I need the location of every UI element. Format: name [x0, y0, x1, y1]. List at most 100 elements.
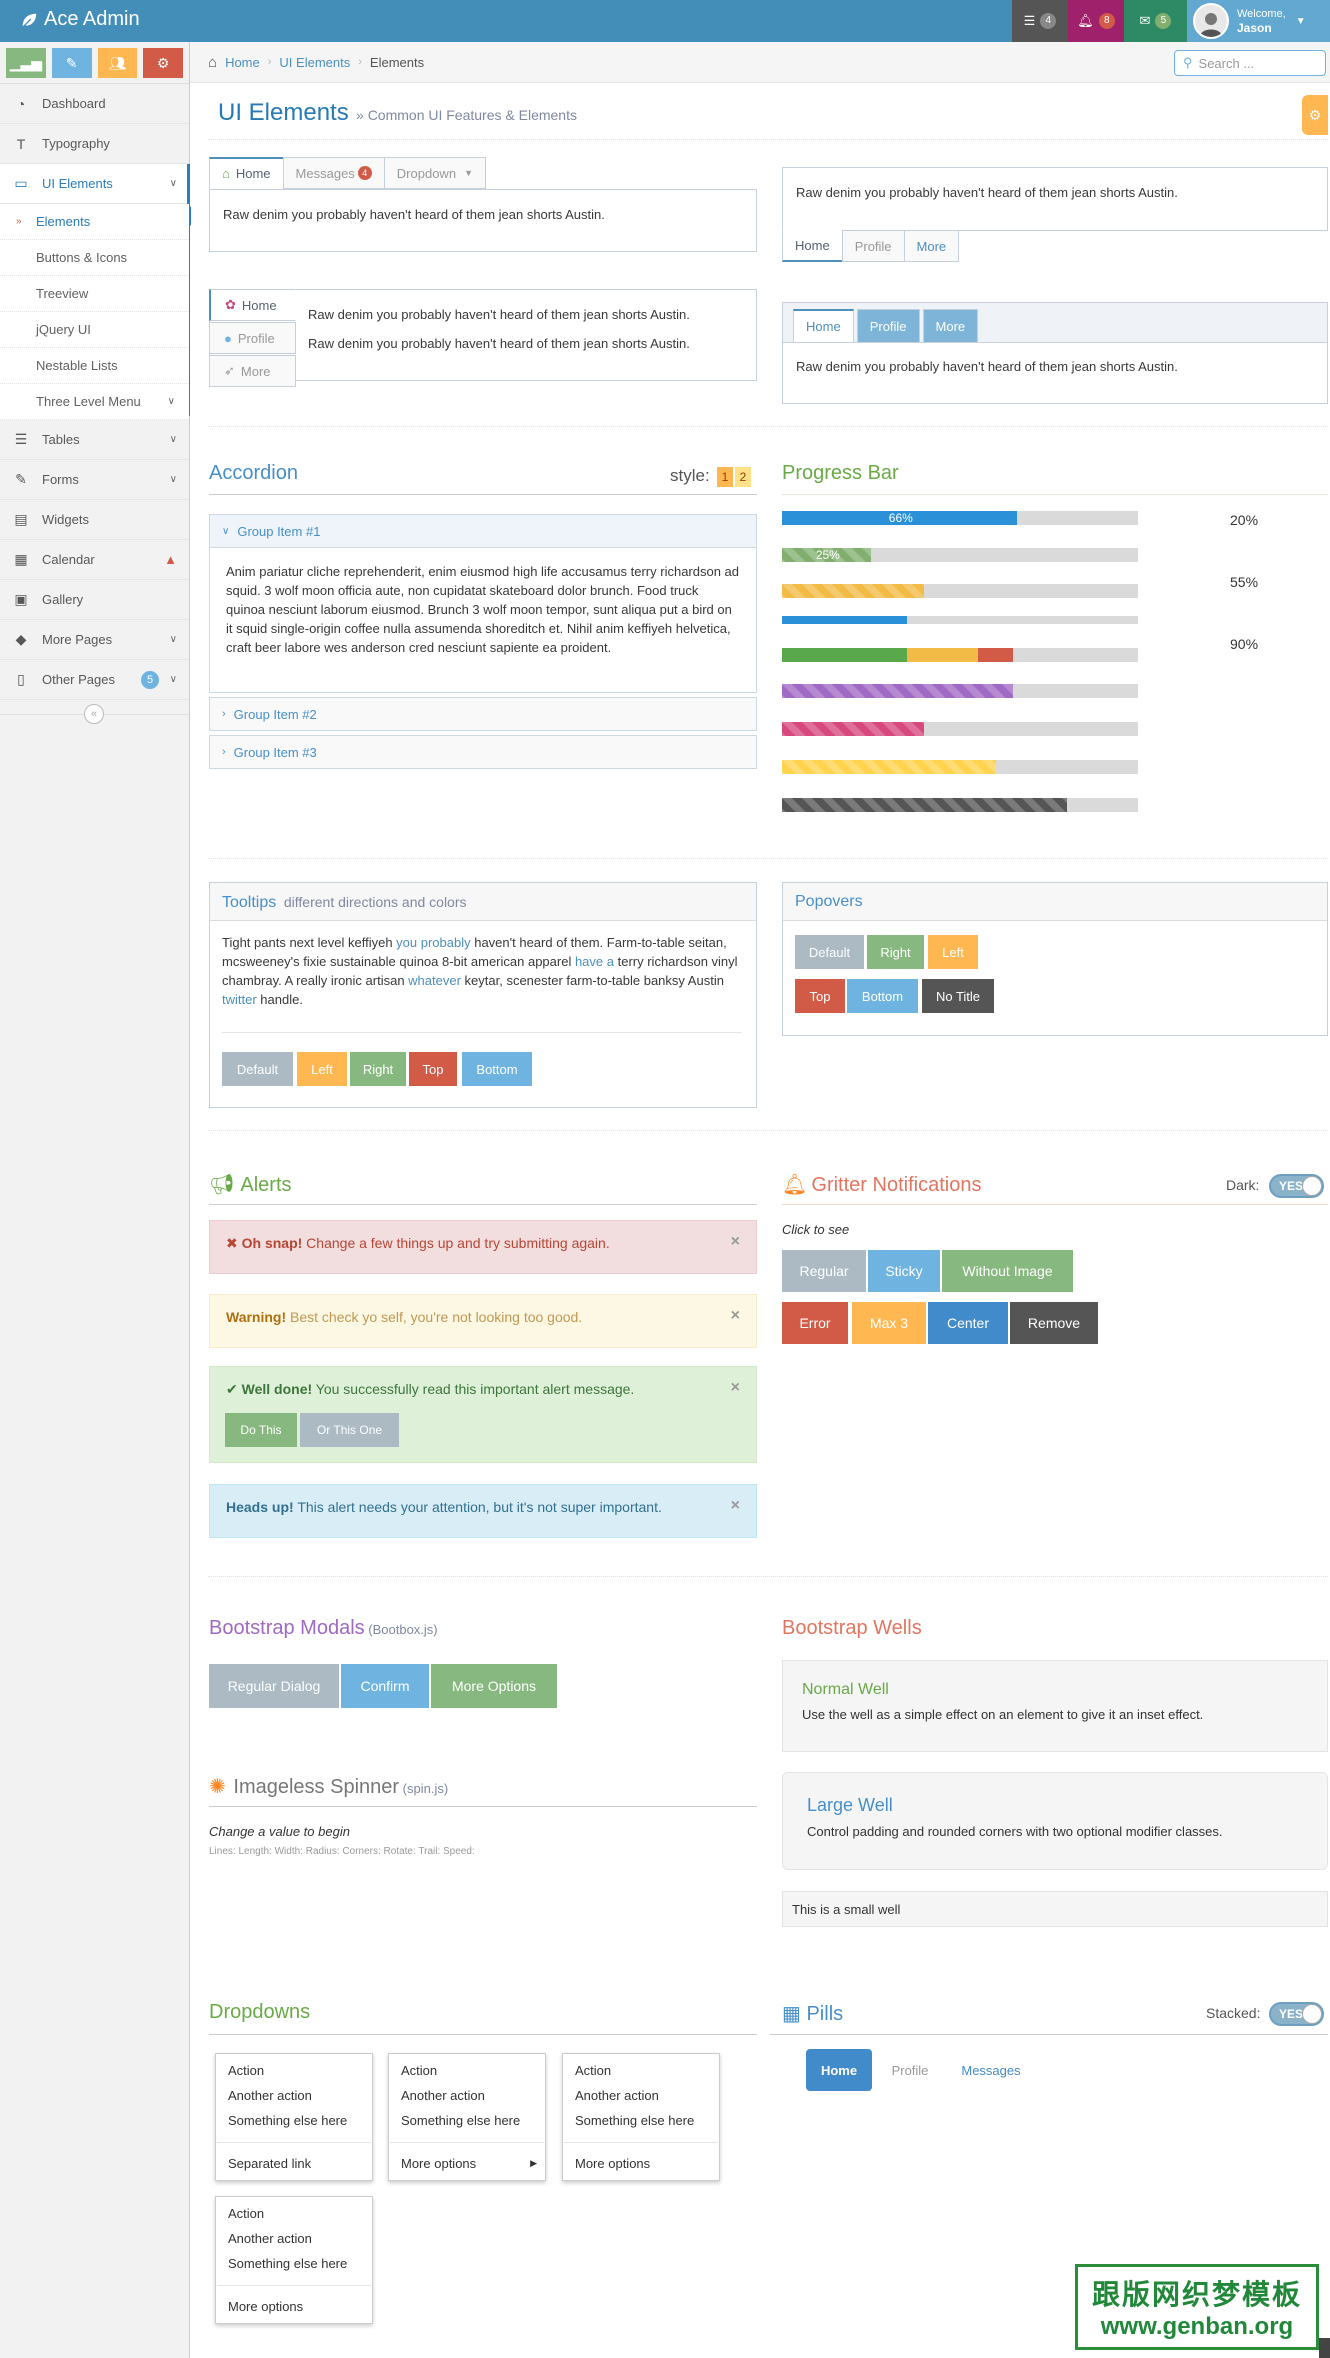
sidebar-item-calendar[interactable]: ▦ Calendar ▲ — [0, 540, 189, 580]
tab-more[interactable]: More — [922, 309, 979, 343]
tooltip-link[interactable]: you probably — [396, 935, 470, 950]
dropdown-item[interactable]: Another action — [216, 2083, 372, 2108]
confirm-button[interactable]: Confirm — [341, 1664, 429, 1708]
gritter-regular-button[interactable]: Regular — [782, 1250, 866, 1292]
dropdown-item[interactable]: More options — [216, 2294, 372, 2319]
settings-cog-icon[interactable]: ⚙ — [1302, 95, 1328, 135]
tab-profile[interactable]: Profile — [856, 309, 920, 343]
tooltip-default-button[interactable]: Default — [222, 1052, 293, 1086]
dropdown-item[interactable]: Another action — [389, 2083, 545, 2108]
gritter-remove-button[interactable]: Remove — [1010, 1302, 1098, 1344]
tab-more[interactable]: More — [903, 230, 960, 262]
popover-bottom-button[interactable]: Bottom — [847, 979, 918, 1013]
cogs-icon[interactable]: ⚙ — [143, 48, 183, 78]
sidebar-subitem-nestable[interactable]: Nestable Lists — [0, 348, 189, 384]
tooltip-top-button[interactable]: Top — [409, 1052, 457, 1086]
dropdown-item[interactable]: Action — [563, 2058, 719, 2083]
accordion-group-2[interactable]: › Group Item #2 — [209, 697, 757, 731]
dropdown-item[interactable]: Another action — [563, 2083, 719, 2108]
gritter-dark-toggle[interactable]: YES — [1269, 1174, 1324, 1198]
accordion-style-2[interactable]: 2 — [735, 467, 751, 487]
close-icon[interactable]: × — [731, 1497, 740, 1515]
search-input[interactable]: ⚲ Search ... — [1174, 50, 1326, 76]
tab-profile[interactable]: Profile — [841, 230, 905, 262]
messages-dropdown[interactable]: ✉ 5 — [1124, 0, 1187, 42]
tab-home[interactable]: ✿ Home — [209, 289, 296, 321]
dropdown-item[interactable]: Action — [216, 2201, 372, 2226]
pencil-icon[interactable]: ✎ — [51, 48, 92, 78]
dropdown-item[interactable]: Something else here — [563, 2108, 719, 2133]
popover-top-button[interactable]: Top — [795, 979, 845, 1013]
sidebar-item-other-pages[interactable]: ▯ Other Pages 5 ∨ — [0, 660, 189, 700]
dropdown-item[interactable]: Separated link — [216, 2151, 372, 2176]
dropdown-item[interactable]: Something else here — [389, 2108, 545, 2133]
tooltip-bottom-button[interactable]: Bottom — [462, 1052, 532, 1086]
breadcrumb-home[interactable]: Home — [225, 55, 260, 70]
popover-default-button[interactable]: Default — [795, 935, 864, 969]
sidebar-subitem-buttons[interactable]: Buttons & Icons — [0, 240, 189, 276]
popover-right-button[interactable]: Right — [867, 935, 924, 969]
gritter-center-button[interactable]: Center — [928, 1302, 1008, 1344]
do-this-button[interactable]: Do This — [225, 1413, 297, 1447]
tooltip-left-button[interactable]: Left — [297, 1052, 347, 1086]
pill-messages[interactable]: Messages — [948, 2049, 1034, 2091]
dropdown-item[interactable]: Something else here — [216, 2251, 372, 2276]
tooltip-link[interactable]: whatever — [408, 973, 461, 988]
pill-profile[interactable]: Profile — [880, 2049, 940, 2091]
gritter-error-button[interactable]: Error — [782, 1302, 848, 1344]
dropdown-item[interactable]: Another action — [216, 2226, 372, 2251]
regular-dialog-button[interactable]: Regular Dialog — [209, 1664, 339, 1708]
tooltip-link[interactable]: have a — [575, 954, 614, 969]
close-icon[interactable]: × — [731, 1233, 740, 1251]
sidebar-item-ui-elements[interactable]: ▭ UI Elements ∨ — [0, 164, 189, 204]
accordion-group-3[interactable]: › Group Item #3 — [209, 735, 757, 769]
tab-home[interactable]: ⌂ Home — [209, 157, 284, 189]
sidebar-subitem-three-level[interactable]: Three Level Menu ∨ — [0, 384, 189, 420]
sidebar-item-typography[interactable]: T Typography — [0, 124, 189, 164]
sidebar-item-dashboard[interactable]: ◔ Dashboard — [0, 84, 189, 124]
tab-messages[interactable]: Messages 4 — [282, 157, 385, 189]
or-this-one-button[interactable]: Or This One — [300, 1413, 399, 1447]
tab-more[interactable]: ➶ More — [209, 355, 296, 387]
tab-home[interactable]: Home — [782, 230, 843, 262]
tooltip-right-button[interactable]: Right — [350, 1052, 406, 1086]
sidebar-subitem-elements[interactable]: » Elements — [0, 204, 189, 240]
dropdown-submenu[interactable]: More options ▶ — [389, 2151, 545, 2176]
users-icon[interactable]: 👥︎ — [97, 48, 138, 78]
gritter-max3-button[interactable]: Max 3 — [852, 1302, 926, 1344]
tasks-dropdown[interactable]: ☰ 4 — [1012, 0, 1068, 42]
gritter-sticky-button[interactable]: Sticky — [868, 1250, 940, 1292]
tab-home[interactable]: Home — [793, 309, 854, 343]
popover-left-button[interactable]: Left — [928, 935, 978, 969]
pill-home[interactable]: Home — [806, 2049, 872, 2091]
dropdown-item[interactable]: Action — [389, 2058, 545, 2083]
sidebar-subitem-jquery-ui[interactable]: jQuery UI — [0, 312, 189, 348]
tab-dropdown[interactable]: Dropdown ▼ — [383, 157, 486, 189]
sidebar-item-more-pages[interactable]: ◆ More Pages ∨ — [0, 620, 189, 660]
pills-stacked-toggle[interactable]: YES — [1269, 2002, 1324, 2026]
sidebar-item-tables[interactable]: ☰ Tables ∨ — [0, 420, 189, 460]
sidebar-item-widgets[interactable]: ▤ Widgets — [0, 500, 189, 540]
sidebar-item-forms[interactable]: ✎ Forms ∨ — [0, 460, 189, 500]
close-icon[interactable]: × — [731, 1379, 740, 1397]
sidebar-subitem-treeview[interactable]: Treeview — [0, 276, 189, 312]
dropdown-item[interactable]: Action — [216, 2058, 372, 2083]
dropdown-item[interactable]: More options — [563, 2151, 719, 2176]
accordion-group-1[interactable]: ∨ Group Item #1 — [209, 514, 757, 548]
collapse-icon[interactable]: « — [84, 704, 104, 724]
popover-no-title-button[interactable]: No Title — [922, 979, 994, 1013]
breadcrumb-ui-elements[interactable]: UI Elements — [279, 55, 350, 70]
sidebar-item-gallery[interactable]: ▣ Gallery — [0, 580, 189, 620]
user-menu[interactable]: Welcome, Jason ▼ — [1187, 0, 1330, 42]
scroll-to-top-button[interactable] — [1319, 2338, 1330, 2358]
more-options-button[interactable]: More Options — [431, 1664, 557, 1708]
signal-icon[interactable]: ▁▃▅ — [6, 48, 46, 78]
tab-profile[interactable]: ● Profile — [209, 322, 296, 354]
accordion-style-1[interactable]: 1 — [717, 467, 733, 487]
tooltip-link[interactable]: twitter — [222, 992, 257, 1007]
close-icon[interactable]: × — [731, 1307, 740, 1325]
notifications-dropdown[interactable]: 🔔︎ 8 — [1068, 0, 1124, 42]
brand[interactable]: Ace Admin — [20, 8, 140, 31]
dropdown-item[interactable]: Something else here — [216, 2108, 372, 2133]
gritter-without-image-button[interactable]: Without Image — [942, 1250, 1073, 1292]
